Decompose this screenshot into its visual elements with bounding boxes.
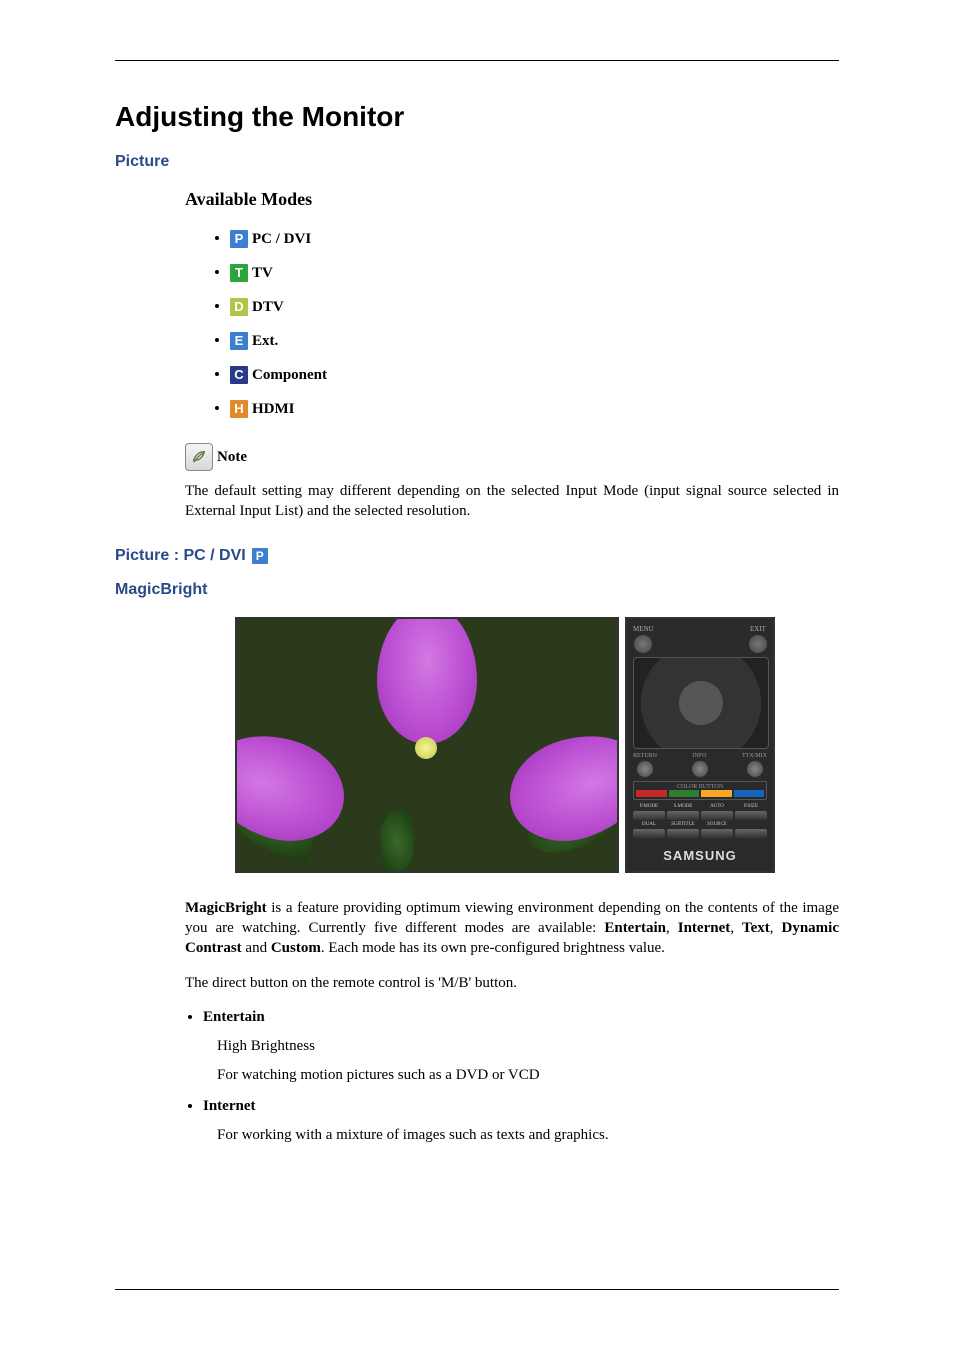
mb-mode: Custom bbox=[271, 940, 321, 956]
item-title: Internet bbox=[203, 1098, 256, 1114]
remote-dpad bbox=[633, 657, 769, 749]
note-icon bbox=[185, 443, 213, 471]
magicbright-description: MagicBright is a feature providing optim… bbox=[185, 898, 839, 959]
mode-label: HDMI bbox=[252, 401, 295, 417]
mode-item: PPC / DVI bbox=[230, 230, 839, 248]
page-title: Adjusting the Monitor bbox=[115, 101, 839, 133]
grid-label: SOURCE bbox=[701, 822, 733, 827]
page: Adjusting the Monitor Picture Available … bbox=[0, 0, 954, 1350]
available-modes-heading: Available Modes bbox=[185, 189, 839, 210]
remote-mid-row: RETURN INFO TTX/MIX bbox=[633, 753, 767, 777]
grid-label: DUAL bbox=[633, 822, 665, 827]
rule-top bbox=[115, 60, 839, 61]
grid-label: SUBTITLE bbox=[667, 822, 699, 827]
mode-c-icon: C bbox=[230, 366, 248, 384]
remote-top-row: MENU EXIT bbox=[633, 625, 767, 653]
section-picture-pc-dvi-row: Picture : PC / DVI P bbox=[115, 537, 839, 575]
mb-mode: Text bbox=[742, 920, 770, 936]
item-line: For watching motion pictures such as a D… bbox=[217, 1067, 839, 1084]
remote-info-button bbox=[692, 761, 708, 777]
mode-p-icon: P bbox=[230, 230, 248, 248]
mb-mode: Internet bbox=[678, 920, 731, 936]
figure: MENU EXIT RETURN INFO TTX/MIX COLOR BUTT… bbox=[235, 617, 839, 873]
remote-return-button bbox=[637, 761, 653, 777]
direct-button-note: The direct button on the remote control … bbox=[185, 973, 839, 993]
remote-exit-button bbox=[749, 635, 767, 653]
list-item: Entertain High Brightness For watching m… bbox=[203, 1009, 839, 1084]
magicbright-body: MagicBright is a feature providing optim… bbox=[185, 898, 839, 1144]
grid-button bbox=[735, 811, 767, 820]
remote-color-box: COLOR BUTTON bbox=[633, 781, 767, 800]
grid-label: S.MODE bbox=[667, 804, 699, 809]
mode-label: Component bbox=[252, 367, 327, 383]
mode-p-icon: P bbox=[252, 548, 268, 564]
grid-label: P.SIZE bbox=[735, 804, 767, 809]
grid-button bbox=[633, 829, 665, 838]
remote-info-label: INFO bbox=[692, 753, 706, 759]
mode-item: CComponent bbox=[230, 366, 839, 384]
mode-t-icon: T bbox=[230, 264, 248, 282]
section-picture: Picture bbox=[115, 153, 839, 171]
mode-item: DDTV bbox=[230, 298, 839, 316]
grid-label: AUTO bbox=[701, 804, 733, 809]
mode-h-icon: H bbox=[230, 400, 248, 418]
section-picture-pc-dvi: Picture : PC / DVI bbox=[115, 547, 246, 565]
grid-button bbox=[735, 829, 767, 838]
mode-description-list: Entertain High Brightness For watching m… bbox=[185, 1009, 839, 1144]
item-line: For working with a mixture of images suc… bbox=[217, 1127, 839, 1144]
mb-mode: Entertain bbox=[604, 920, 666, 936]
rule-bottom bbox=[115, 1289, 839, 1290]
grid-button bbox=[701, 829, 733, 838]
mode-item: TTV bbox=[230, 264, 839, 282]
remote-button-grid: P.MODE S.MODE AUTO P.SIZE DUAL SUBTITLE … bbox=[633, 804, 767, 838]
mode-list: PPC / DVI TTV DDTV EExt. CComponent HHDM… bbox=[210, 230, 839, 418]
remote-ttx-button bbox=[747, 761, 763, 777]
remote-exit-label: EXIT bbox=[750, 625, 766, 633]
grid-label: P.MODE bbox=[633, 804, 665, 809]
mode-item: EExt. bbox=[230, 332, 839, 350]
mode-label: DTV bbox=[252, 299, 284, 315]
mode-label: PC / DVI bbox=[252, 231, 311, 247]
mb-term: MagicBright bbox=[185, 900, 267, 916]
note-label: Note bbox=[217, 449, 247, 466]
mode-d-icon: D bbox=[230, 298, 248, 316]
mode-e-icon: E bbox=[230, 332, 248, 350]
list-item: Internet For working with a mixture of i… bbox=[203, 1098, 839, 1144]
grid-button bbox=[701, 811, 733, 820]
remote-brand: SAMSUNG bbox=[633, 848, 767, 863]
grid-button bbox=[667, 829, 699, 838]
monitor-screenshot bbox=[235, 617, 619, 873]
modes-block: Available Modes PPC / DVI TTV DDTV EExt.… bbox=[185, 189, 839, 522]
mb-text: is a feature providing optimum viewing e… bbox=[185, 900, 839, 936]
grid-label bbox=[735, 822, 767, 827]
item-title: Entertain bbox=[203, 1009, 265, 1025]
remote-menu-button bbox=[634, 635, 652, 653]
mode-label: Ext. bbox=[252, 333, 278, 349]
mode-label: TV bbox=[252, 265, 273, 281]
remote-color-buttons bbox=[636, 790, 764, 797]
remote-return-label: RETURN bbox=[633, 753, 657, 759]
note-row: Note bbox=[185, 443, 839, 471]
mb-text: . Each mode has its own pre-configured b… bbox=[321, 940, 665, 956]
flower-image bbox=[237, 619, 617, 871]
grid-button bbox=[667, 811, 699, 820]
note-body: The default setting may different depend… bbox=[185, 481, 839, 522]
remote-ttx-label: TTX/MIX bbox=[742, 753, 767, 759]
mode-item: HHDMI bbox=[230, 400, 839, 418]
grid-button bbox=[633, 811, 665, 820]
section-magicbright: MagicBright bbox=[115, 581, 839, 599]
remote-control: MENU EXIT RETURN INFO TTX/MIX COLOR BUTT… bbox=[625, 617, 775, 873]
item-line: High Brightness bbox=[217, 1038, 839, 1055]
remote-menu-label: MENU bbox=[633, 625, 654, 633]
